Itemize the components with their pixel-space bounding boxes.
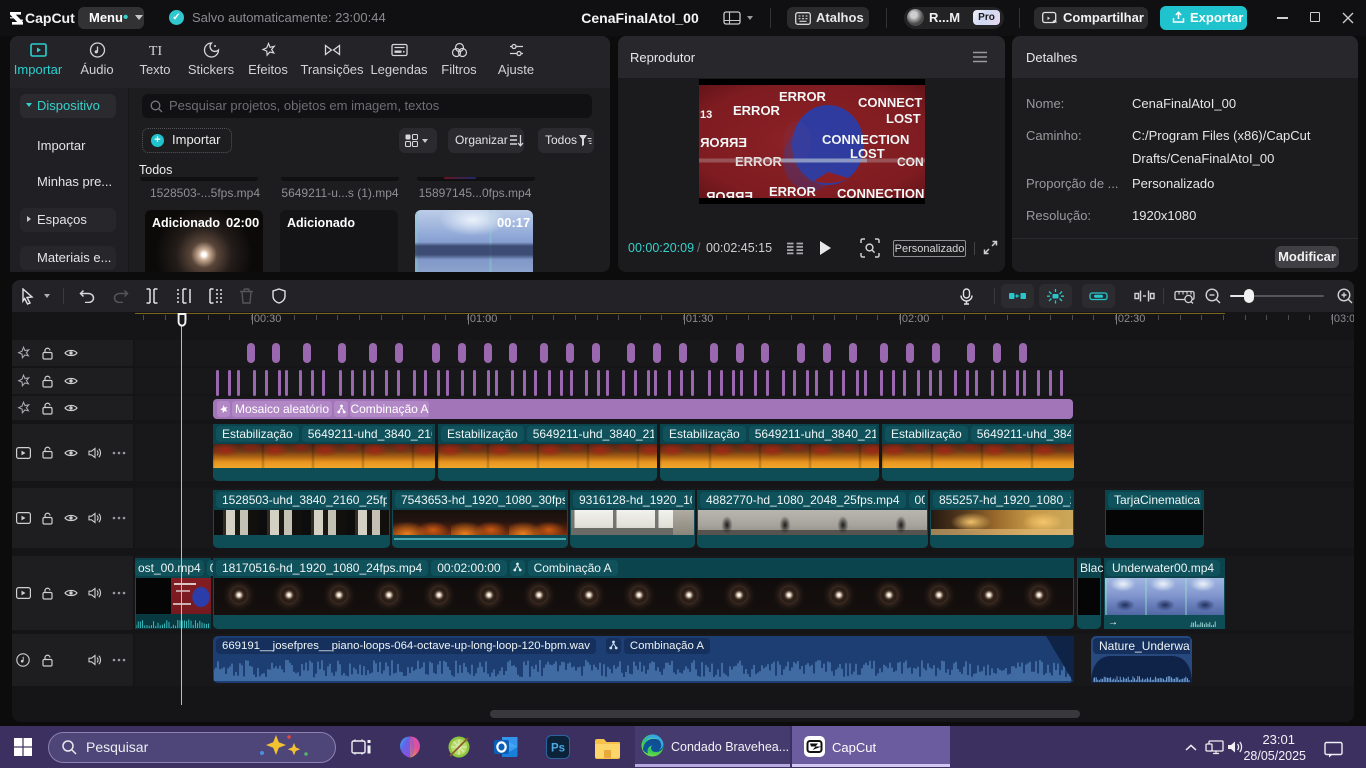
svg-text:ERROR: ERROR (699, 135, 747, 150)
svg-text:LOST: LOST (886, 111, 921, 126)
svg-text:CONNECTION: CONNECTION (837, 186, 924, 198)
svg-text:CONNECTION: CONNECTION (822, 132, 909, 147)
svg-text:ERROR: ERROR (733, 103, 781, 118)
svg-text:ERROR: ERROR (769, 184, 817, 198)
svg-text:ERROR: ERROR (705, 189, 753, 198)
svg-text:ERROR: ERROR (779, 89, 827, 104)
svg-text:Ps: Ps (551, 743, 565, 755)
svg-text:CONNECT: CONNECT (858, 95, 922, 110)
svg-text:13: 13 (700, 109, 712, 121)
svg-text:TI: TI (148, 44, 162, 58)
